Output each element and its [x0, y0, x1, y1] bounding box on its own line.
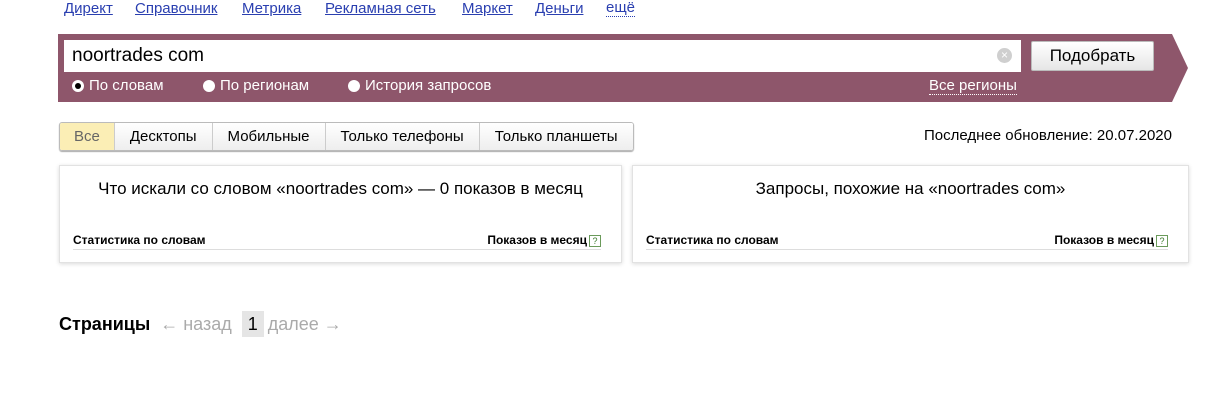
pager-prev: ← назад: [160, 313, 232, 334]
radio-label: История запросов: [365, 77, 492, 94]
submit-button[interactable]: Подобрать: [1031, 41, 1154, 71]
radio-icon: [348, 79, 360, 92]
clear-icon[interactable]: ×: [997, 48, 1012, 63]
pager-next: далее →: [267, 313, 342, 334]
radio-history[interactable]: История запросов: [348, 77, 491, 94]
col-impressions: Показов в месяц: [1054, 233, 1154, 247]
nav-market[interactable]: Маркет: [462, 0, 513, 17]
tab-desktops[interactable]: Десктопы: [114, 123, 213, 150]
col-impressions: Показов в месяц: [487, 233, 587, 247]
pager-label: Страницы: [59, 313, 151, 334]
nav-ad-network[interactable]: Рекламная сеть: [325, 0, 436, 17]
nav-dengi[interactable]: Деньги: [535, 0, 583, 17]
search-input[interactable]: noortrades com: [64, 40, 1021, 72]
radio-label: По регионам: [220, 77, 310, 94]
tab-mobile[interactable]: Мобильные: [212, 123, 326, 150]
nav-spravochnik[interactable]: Справочник: [135, 0, 218, 17]
radio-icon: [203, 79, 215, 92]
panel-title: Что искали со словом «noortrades com» — …: [98, 179, 583, 198]
panel-header: Статистика по словам Показов в месяц?: [646, 233, 1168, 250]
help-icon[interactable]: ?: [1156, 234, 1168, 247]
radio-checked-icon: [72, 79, 84, 92]
nav-more[interactable]: ещё: [606, 0, 636, 17]
col-impressions-wrap: Показов в месяц?: [487, 233, 601, 247]
tab-all[interactable]: Все: [60, 123, 115, 150]
panel-title: Запросы, похожие на «noortrades com»: [755, 179, 1066, 198]
help-icon[interactable]: ?: [589, 234, 601, 247]
radio-label: По словам: [89, 77, 164, 94]
col-words: Статистика по словам: [646, 233, 779, 247]
panel-header: Статистика по словам Показов в месяц?: [73, 233, 601, 250]
device-tabs: Все Десктопы Мобильные Только телефоны Т…: [59, 122, 634, 151]
pager-current: 1: [241, 311, 264, 337]
radio-by-words[interactable]: По словам: [72, 77, 164, 94]
nav-direct[interactable]: Директ: [64, 0, 113, 17]
nav-metrika[interactable]: Метрика: [242, 0, 301, 17]
tab-tablets[interactable]: Только планшеты: [479, 123, 633, 150]
col-impressions-wrap: Показов в месяц?: [1054, 233, 1168, 247]
left-panel: Что искали со словом «noortrades com» — …: [59, 165, 622, 263]
right-panel: Запросы, похожие на «noortrades com» Ста…: [632, 165, 1189, 263]
col-words: Статистика по словам: [73, 233, 206, 247]
last-update: Последнее обновление: 20.07.2020: [924, 127, 1172, 144]
pagination: Страницы ← назад 1 далее →: [59, 311, 342, 337]
radio-by-regions[interactable]: По регионам: [203, 77, 309, 94]
tab-phones[interactable]: Только телефоны: [325, 123, 480, 150]
regions-link[interactable]: Все регионы: [929, 77, 1017, 95]
